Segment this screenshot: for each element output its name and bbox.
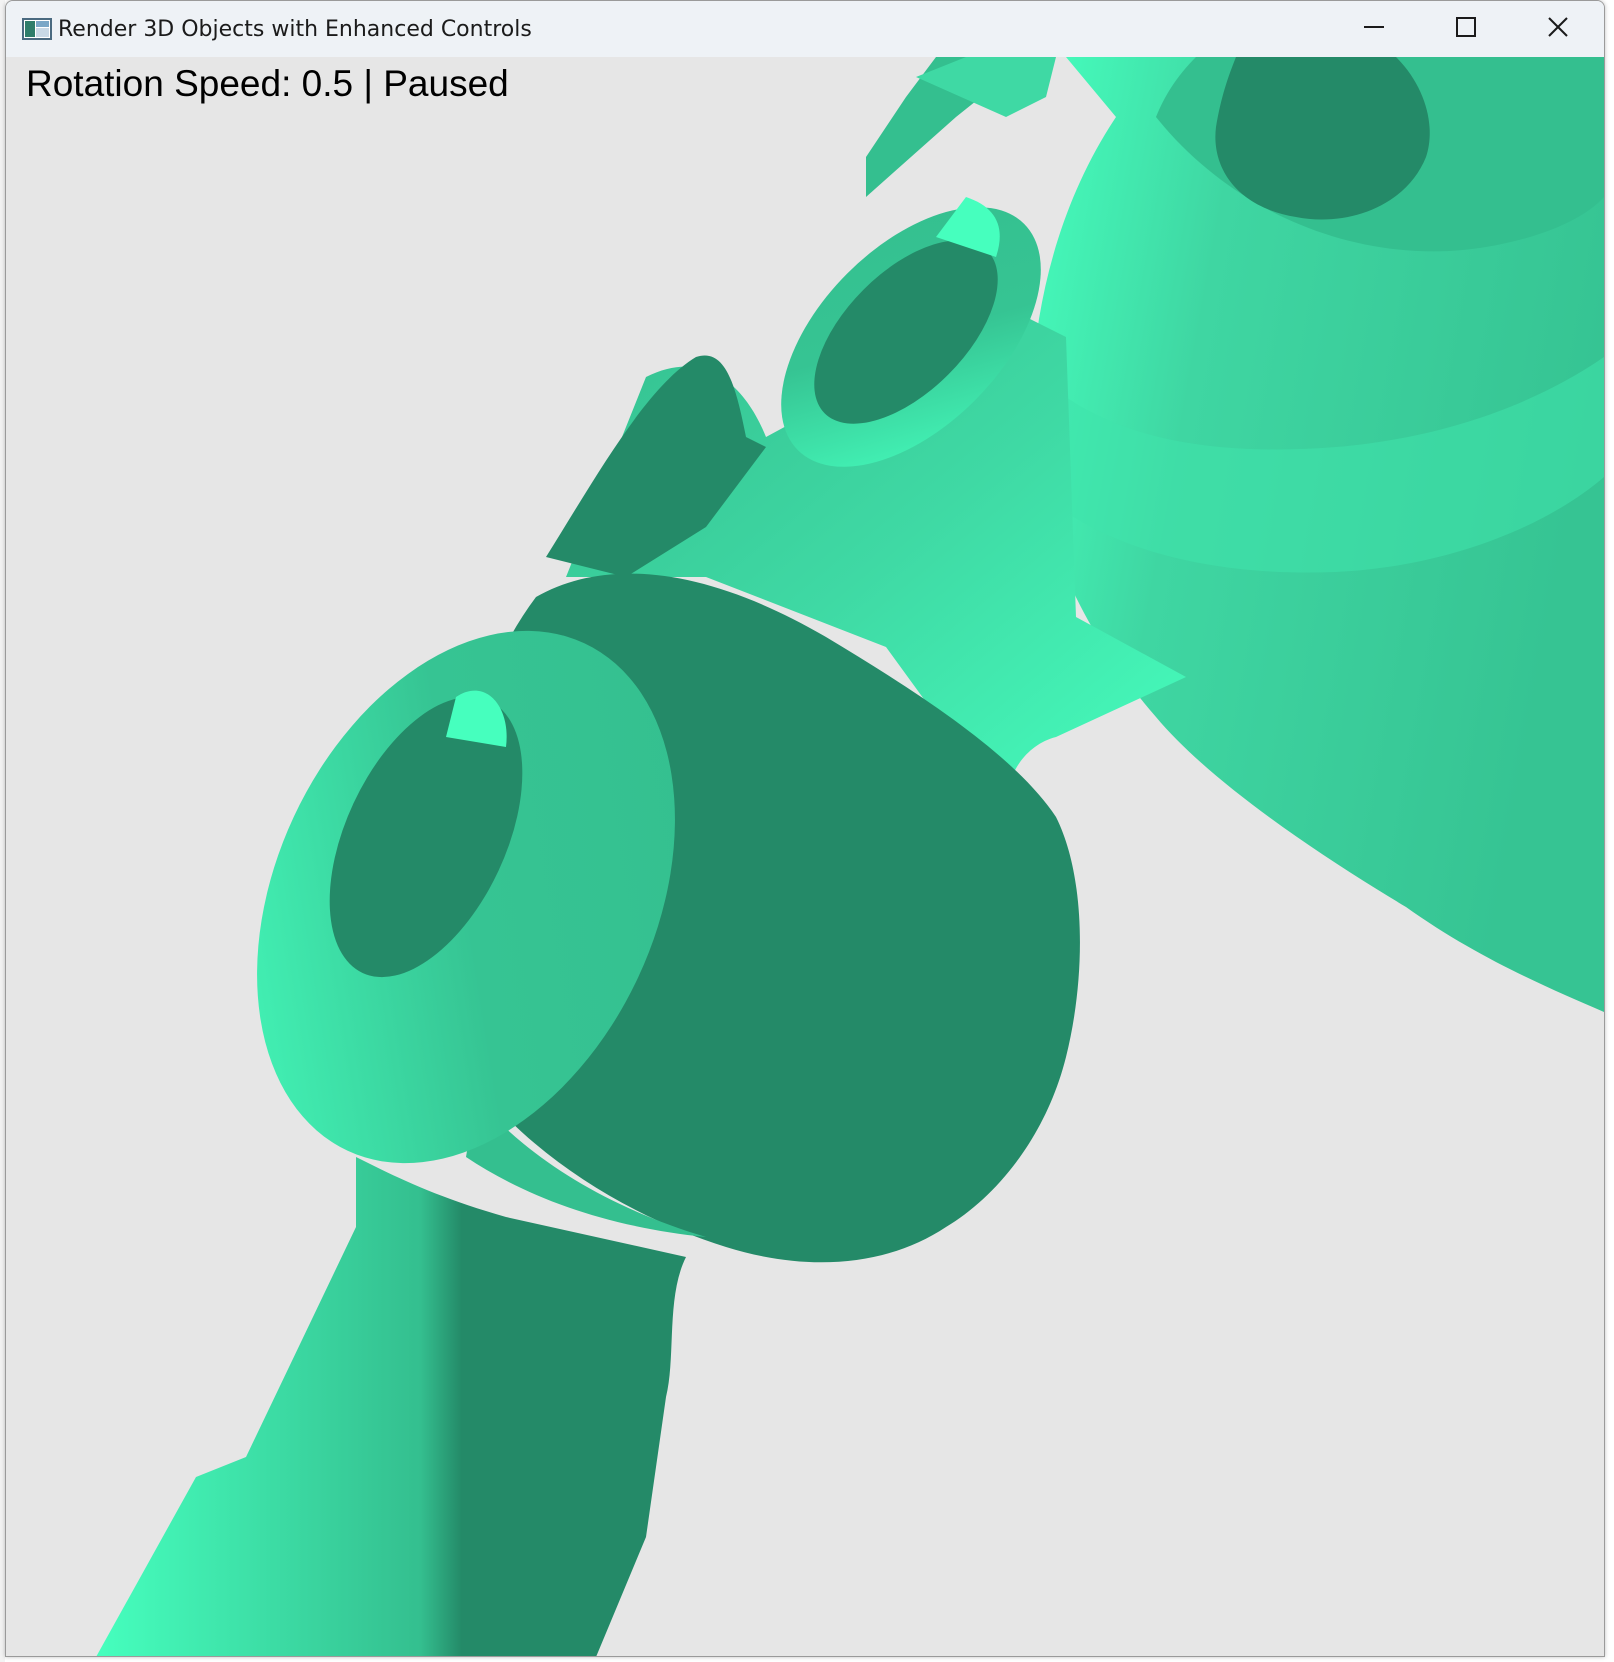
title-bar[interactable]: Render 3D Objects with Enhanced Controls <box>6 1 1604 57</box>
app-window-icon <box>22 18 52 40</box>
window-controls <box>1328 1 1604 57</box>
minimize-icon <box>1364 26 1384 28</box>
window-title: Render 3D Objects with Enhanced Controls <box>58 16 532 42</box>
minimize-button[interactable] <box>1328 1 1420 53</box>
3d-model-render <box>96 57 1604 1656</box>
model-lower-shaft <box>96 1157 686 1656</box>
app-window: Render 3D Objects with Enhanced Controls <box>5 0 1605 1657</box>
close-button[interactable] <box>1512 1 1604 53</box>
rotation-status-text: Rotation Speed: 0.5 | Paused <box>26 63 509 104</box>
render-viewport[interactable]: Rotation Speed: 0.5 | Paused <box>6 57 1604 1656</box>
close-icon <box>1548 17 1568 37</box>
maximize-button[interactable] <box>1420 1 1512 53</box>
maximize-icon <box>1456 17 1476 37</box>
